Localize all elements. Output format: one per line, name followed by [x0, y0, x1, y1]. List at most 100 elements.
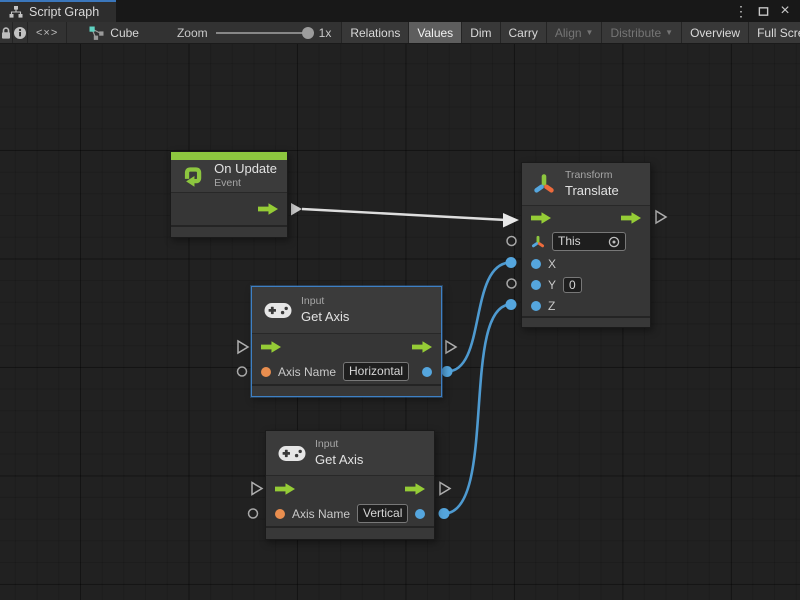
wire-endpoint-dot[interactable] [442, 366, 453, 377]
zoom-control: Zoom 1x [149, 22, 341, 43]
node-translate[interactable]: Transform Translate This X Y [521, 162, 651, 328]
overview-button[interactable]: Overview [681, 22, 748, 43]
full-screen-button[interactable]: Full Screen [748, 22, 800, 43]
window-maximize-button[interactable] [754, 2, 772, 20]
zoom-slider[interactable] [216, 32, 311, 34]
kebab-menu-icon: ⋮ [734, 4, 748, 18]
graph-breadcrumb[interactable]: Cube [67, 22, 149, 43]
port-triangle-getaxis-v-out[interactable] [440, 483, 450, 495]
relations-button[interactable]: Relations [341, 22, 408, 43]
transform-icon [532, 172, 556, 196]
port-circle-y[interactable] [507, 279, 516, 288]
node-subtitle: Input [315, 438, 363, 452]
port-label-x: X [548, 257, 556, 271]
port-circle-getaxis-h[interactable] [238, 367, 247, 376]
port-triangle-getaxis-v-in[interactable] [252, 483, 262, 495]
port-label-axis-name: Axis Name [278, 365, 336, 379]
lock-icon [0, 26, 12, 40]
node-title: Translate [565, 183, 619, 199]
node-title: Get Axis [301, 309, 349, 325]
node-footer [266, 526, 434, 539]
value-port-x[interactable] [531, 259, 541, 269]
graph-name: Cube [110, 26, 139, 40]
info-icon [13, 26, 27, 40]
node-title: Get Axis [315, 452, 363, 468]
node-footer [252, 384, 441, 396]
axis-name-field[interactable]: Horizontal [343, 362, 409, 381]
node-title: On Update [214, 161, 277, 177]
value-port-result[interactable] [415, 509, 425, 519]
dropdown-caret-icon: ▼ [665, 29, 673, 37]
window-close-button[interactable]: × [776, 2, 794, 20]
control-out-port[interactable] [258, 203, 278, 215]
value-port-axis-name[interactable] [261, 367, 271, 377]
object-picker-icon[interactable] [608, 236, 620, 248]
code-view-button[interactable]: <×> [28, 22, 67, 43]
target-object-field[interactable]: This [552, 232, 626, 251]
value-port-axis-name[interactable] [275, 509, 285, 519]
node-header[interactable]: Input Get Axis [266, 431, 434, 476]
graph-canvas[interactable]: On Update Event Transform Translate [0, 44, 800, 600]
port-triangle-getaxis-h-in[interactable] [238, 341, 248, 353]
graph-toolbar: <×> Cube Zoom 1x Relations Values Dim Ca… [0, 22, 800, 44]
axis-name-field[interactable]: Vertical [357, 504, 408, 523]
tab-bar-spacer [116, 0, 732, 22]
zoom-value: 1x [319, 26, 332, 40]
update-loop-icon [181, 164, 205, 189]
values-button[interactable]: Values [408, 22, 461, 43]
y-value-field[interactable]: 0 [563, 277, 582, 293]
port-label-z: Z [548, 299, 555, 313]
control-in-port[interactable] [531, 212, 551, 224]
gamepad-icon [264, 302, 292, 319]
tab-title: Script Graph [29, 5, 99, 19]
port-circle-getaxis-v[interactable] [249, 509, 258, 518]
zoom-slider-handle[interactable] [302, 27, 314, 39]
lock-button[interactable] [0, 22, 13, 43]
control-wire-start-arrow[interactable] [291, 203, 302, 216]
control-out-port[interactable] [405, 483, 425, 495]
node-get-axis-vertical[interactable]: Input Get Axis Axis Name Vertical [265, 430, 435, 540]
window-tab-bar: Script Graph ⋮ × [0, 0, 800, 22]
transform-port-icon[interactable] [531, 235, 545, 249]
wire-horizontal-to-x[interactable] [447, 263, 511, 372]
align-dropdown[interactable]: Align▼ [546, 22, 602, 43]
port-circle-this[interactable] [507, 237, 516, 246]
code-view-icon: <×> [36, 27, 58, 39]
wire-control[interactable] [302, 209, 506, 220]
control-in-port[interactable] [275, 483, 295, 495]
graph-pointer-icon [89, 26, 104, 40]
wire-vertical-to-z[interactable] [444, 305, 511, 514]
node-footer [522, 316, 650, 327]
port-label-axis-name: Axis Name [292, 507, 350, 521]
node-subtitle: Transform [565, 169, 619, 183]
wire-endpoint-dot[interactable] [439, 508, 450, 519]
node-subtitle: Input [301, 295, 349, 309]
dropdown-caret-icon: ▼ [586, 29, 594, 37]
node-header[interactable]: Transform Translate [522, 163, 650, 206]
value-port-y[interactable] [531, 280, 541, 290]
node-subtitle: Event [214, 177, 277, 191]
port-label-y: Y [548, 278, 556, 292]
event-color-bar [171, 152, 287, 160]
port-triangle-getaxis-h-out[interactable] [446, 341, 456, 353]
dim-button[interactable]: Dim [461, 22, 499, 43]
value-port-result[interactable] [422, 367, 432, 377]
toolbar-buttons: Relations Values Dim Carry Align▼ Distri… [341, 22, 800, 43]
wire-endpoint-dot[interactable] [506, 299, 517, 310]
control-out-port[interactable] [412, 341, 432, 353]
tab-script-graph[interactable]: Script Graph [0, 0, 116, 22]
control-in-port[interactable] [261, 341, 281, 353]
port-triangle-translate-out[interactable] [656, 211, 666, 223]
node-header[interactable]: On Update Event [171, 160, 287, 193]
node-header[interactable]: Input Get Axis [252, 287, 441, 334]
control-out-port[interactable] [621, 212, 641, 224]
carry-button[interactable]: Carry [500, 22, 546, 43]
value-port-z[interactable] [531, 301, 541, 311]
node-get-axis-horizontal[interactable]: Input Get Axis Axis Name Horizontal [251, 286, 442, 397]
node-on-update[interactable]: On Update Event [170, 151, 288, 238]
control-wire-end-arrow[interactable] [503, 213, 519, 228]
window-menu-button[interactable]: ⋮ [732, 2, 750, 20]
info-button[interactable] [13, 22, 28, 43]
distribute-dropdown[interactable]: Distribute▼ [601, 22, 681, 43]
wire-endpoint-dot[interactable] [506, 257, 517, 268]
